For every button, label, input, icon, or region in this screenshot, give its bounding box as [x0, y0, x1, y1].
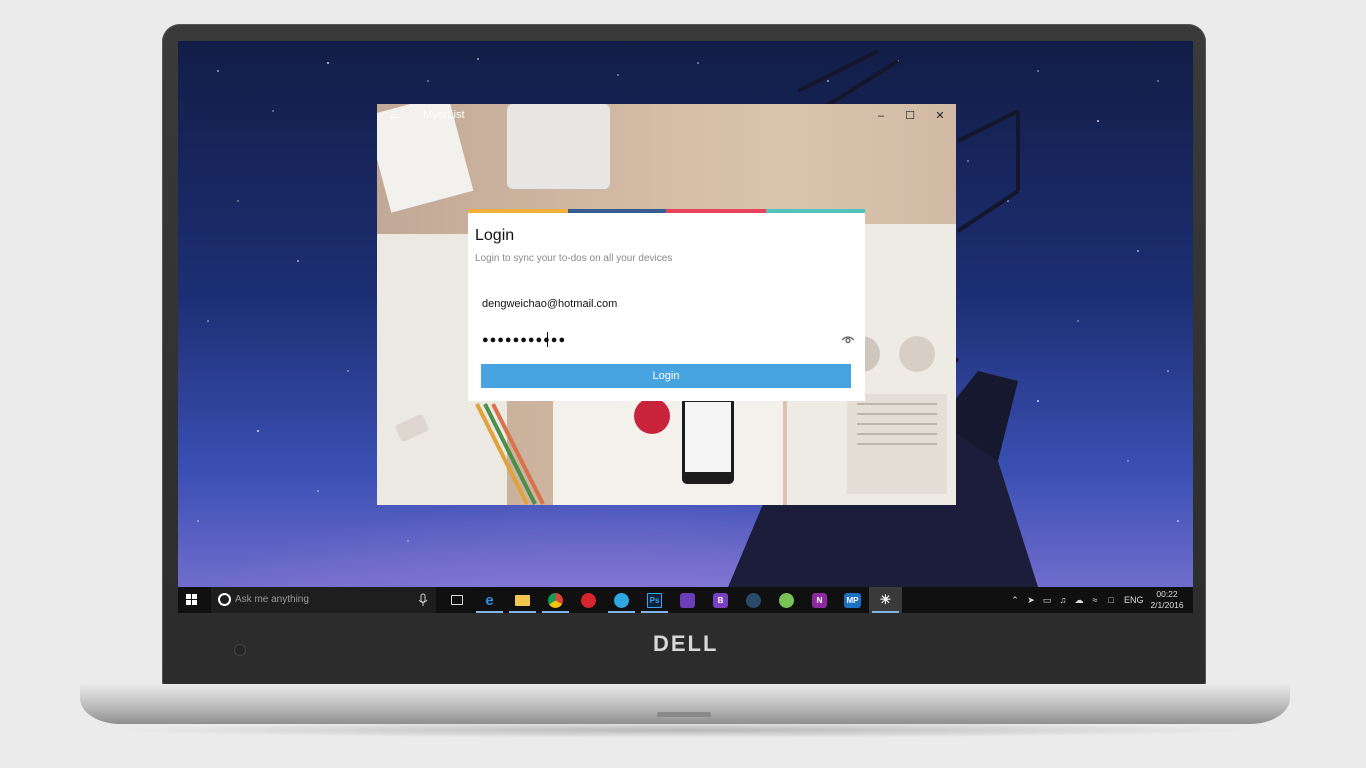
search-placeholder: Ask me anything [235, 594, 309, 605]
edge-button[interactable]: e [473, 587, 506, 613]
laptop-notch [657, 712, 711, 717]
show-hidden-icons-chevron-icon[interactable]: ⌃ [1010, 595, 1020, 605]
file-explorer-button[interactable] [506, 587, 539, 613]
clock-date: 2/1/2016 [1150, 600, 1184, 610]
telegram-icon [614, 592, 629, 608]
cortana-circle-icon [218, 593, 231, 606]
wifi-icon[interactable]: ≈ [1090, 595, 1100, 605]
pinned-apps: e Ps B N MP ☀ [440, 587, 902, 613]
text-caret [547, 332, 548, 347]
folder-icon [515, 594, 530, 606]
accent-stripe-yellow [468, 209, 568, 213]
android-studio-icon [779, 592, 794, 608]
action-center-icon[interactable]: □ [1106, 595, 1116, 605]
netease-music-icon [581, 592, 596, 608]
cortana-search-box[interactable]: Ask me anything [211, 587, 436, 613]
password-field[interactable] [475, 328, 858, 352]
minimize-button[interactable]: – [866, 106, 896, 126]
accent-stripe-navy [568, 209, 666, 213]
netease-music-button[interactable] [572, 587, 605, 613]
blend-icon: B [713, 592, 728, 608]
chrome-button[interactable] [539, 587, 572, 613]
mp-app-button[interactable]: MP [836, 587, 869, 613]
reveal-password-eye-icon[interactable] [841, 332, 855, 346]
laptop-base [80, 684, 1290, 724]
dell-logo: DELL [653, 631, 719, 656]
task-view-button[interactable] [440, 587, 473, 613]
volume-icon[interactable]: ♫ [1058, 595, 1068, 605]
onedrive-cloud-icon[interactable]: ☁ [1074, 595, 1084, 605]
photoshop-button[interactable]: Ps [638, 587, 671, 613]
telegram-tray-icon[interactable]: ➤ [1026, 595, 1036, 605]
windows-start-icon[interactable] [178, 587, 206, 613]
system-tray: ⌃ ➤ ▭ ♫ ☁ ≈ □ [1010, 587, 1116, 613]
input-language[interactable]: ENG [1124, 595, 1144, 605]
login-button[interactable]: Login [481, 364, 851, 388]
onenote-icon: N [812, 592, 827, 608]
myerlist-taskbar-button[interactable]: ☀ [869, 587, 902, 613]
telegram-button[interactable] [605, 587, 638, 613]
onenote-button[interactable]: N [803, 587, 836, 613]
steam-icon [746, 592, 761, 608]
accent-stripe-red [666, 209, 766, 213]
webcam [235, 645, 245, 655]
window-title: MyerList [423, 109, 465, 121]
myerlist-bulb-icon: ☀ [879, 592, 892, 607]
battery-icon[interactable]: ▭ [1042, 595, 1052, 605]
visual-studio-button[interactable] [671, 587, 704, 613]
microphone-icon[interactable] [416, 592, 430, 608]
desktop-screen: ← MyerList – ☐ ✕ Login Login to sync you… [178, 41, 1193, 613]
close-button[interactable]: ✕ [925, 106, 955, 126]
task-view-icon [450, 595, 463, 605]
login-title: Login [475, 227, 515, 244]
email-field[interactable] [475, 292, 858, 316]
blend-button[interactable]: B [704, 587, 737, 613]
maximize-button[interactable]: ☐ [895, 106, 925, 126]
steam-button[interactable] [737, 587, 770, 613]
clock-time: 00:22 [1156, 589, 1178, 599]
taskbar: Ask me anything e Ps B N MP ☀ ⌃ ➤ ▭ ♫ ☁ … [178, 587, 1193, 613]
chrome-icon [548, 592, 563, 608]
title-bar: ← MyerList – ☐ ✕ [377, 104, 956, 128]
visual-studio-icon [680, 592, 695, 608]
accent-stripe-teal [766, 209, 865, 213]
back-arrow-icon[interactable]: ← [387, 106, 407, 126]
photoshop-icon: Ps [647, 592, 662, 608]
myerlist-window: ← MyerList – ☐ ✕ Login Login to sync you… [377, 104, 956, 505]
edge-icon: e [485, 591, 494, 609]
login-dialog: Login Login to sync your to-dos on all y… [468, 209, 865, 401]
laptop-shadow [110, 722, 1260, 738]
mp-icon: MP [844, 592, 861, 608]
android-studio-button[interactable] [770, 587, 803, 613]
login-subtitle: Login to sync your to-dos on all your de… [475, 253, 673, 264]
clock[interactable]: 00:22 2/1/2016 [1145, 589, 1189, 611]
